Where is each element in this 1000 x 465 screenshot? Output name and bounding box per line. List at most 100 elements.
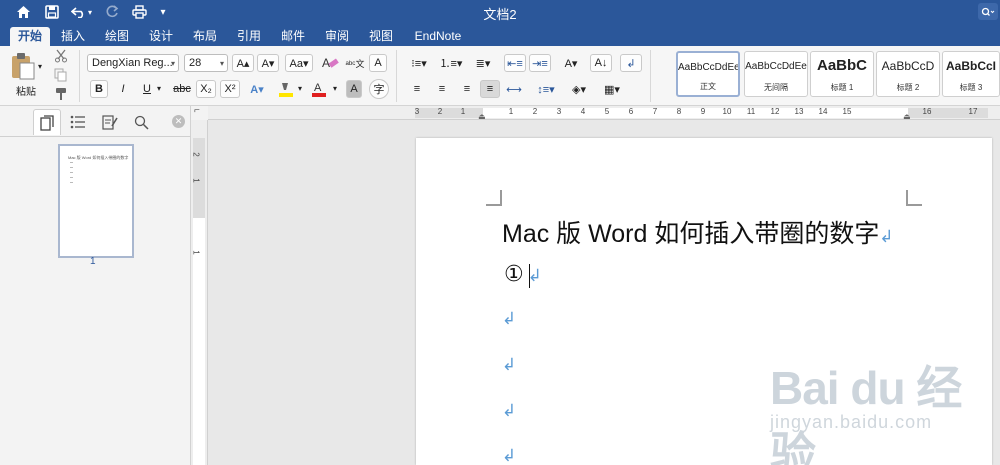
justify-icon: ≡ (486, 83, 494, 95)
tab-home[interactable]: 开始 (10, 27, 50, 46)
increase-font-button[interactable]: A▴ (232, 54, 254, 72)
character-shading-icon: A (350, 83, 358, 95)
tab-draw[interactable]: 绘图 (101, 27, 133, 46)
ribbon-separator (650, 50, 651, 102)
subscript-button[interactable]: X₂ (196, 80, 216, 98)
style-sample: AaBbCcDdEe (745, 61, 807, 72)
increase-indent-button[interactable]: ⇥≡ (529, 54, 551, 72)
underline-dropdown-icon[interactable]: ▾ (157, 84, 161, 93)
ruler-number: 3 (414, 107, 420, 116)
line-spacing-button[interactable]: ↕≡▾ (532, 80, 560, 98)
asian-layout-button[interactable]: A▾ (557, 54, 585, 72)
ruler-number: 11 (746, 107, 756, 116)
tab-endnote[interactable]: EndNote (410, 27, 466, 46)
numbering-button[interactable]: ⒈≡▾ (437, 54, 465, 72)
sort-icon: A↓ (594, 57, 608, 69)
ruler-number: 9 (700, 107, 706, 116)
close-pane-icon[interactable]: ✕ (172, 115, 185, 128)
ruler-number: 1 (508, 107, 514, 116)
document-heading[interactable]: Mac 版 Word 如何插入带圈的数字↲ (502, 214, 894, 250)
ruler-number: 5 (604, 107, 610, 116)
thumbnails-tab[interactable] (33, 109, 61, 135)
font-size-select[interactable]: 28 ▾ (184, 54, 228, 72)
tab-references[interactable]: 引用 (233, 27, 265, 46)
decrease-indent-button[interactable]: ⇤≡ (504, 54, 526, 72)
multilevel-list-button[interactable]: ≣▾ (469, 54, 497, 72)
highlight-dropdown-icon[interactable]: ▾ (298, 84, 302, 93)
page-thumbnail[interactable]: Mac 版 Word 如何插入带圈的数字 (58, 144, 134, 258)
format-painter-icon[interactable] (54, 87, 70, 101)
bold-button[interactable]: B (90, 80, 108, 98)
empty-paragraph-mark[interactable]: ↲ (502, 446, 516, 465)
clear-formatting-button[interactable]: A (318, 54, 342, 72)
vertical-ruler[interactable]: 2 1 1 (191, 120, 208, 465)
ruler-number: 8 (676, 107, 682, 116)
tab-insert[interactable]: 插入 (57, 27, 89, 46)
align-left-button[interactable]: ≡ (407, 80, 427, 98)
word-window: ▾ ▾ 文档2 开始 插入 绘图 设计 布局 引用 邮件 审阅 视图 EndNo… (0, 0, 1000, 465)
font-color-button[interactable]: A (310, 80, 330, 98)
circled-number-line[interactable]: ① ↲ (504, 261, 542, 287)
tab-design[interactable]: 设计 (145, 27, 177, 46)
character-border-button[interactable]: A (369, 54, 387, 72)
cut-icon[interactable] (54, 49, 70, 63)
ruler-number: 3 (556, 107, 562, 116)
empty-paragraph-mark[interactable]: ↲ (502, 355, 516, 375)
style-name: 标题 1 (830, 83, 854, 92)
tab-review[interactable]: 审阅 (321, 27, 353, 46)
ribbon-separator (79, 50, 80, 102)
paste-label: 粘贴 (16, 87, 36, 98)
italic-button[interactable]: I (114, 80, 132, 98)
tab-mailings[interactable]: 邮件 (277, 27, 309, 46)
bullets-button[interactable]: ⁝≡▾ (405, 54, 433, 72)
crop-mark-top-right (906, 190, 922, 206)
enclose-characters-button[interactable]: 字 (369, 79, 389, 99)
text-cursor (529, 264, 530, 288)
outline-tab[interactable] (64, 109, 92, 135)
character-border-icon: A (374, 57, 382, 69)
font-family-select[interactable]: DengXian Reg... ▾ (87, 54, 179, 72)
ribbon-separator (396, 50, 397, 102)
sort-button[interactable]: A↓ (590, 54, 612, 72)
ruler-number: 1 (191, 178, 201, 183)
text-effects-button[interactable]: A▾ (247, 80, 267, 98)
distributed-button[interactable]: ⟷ (504, 80, 524, 98)
empty-paragraph-mark[interactable]: ↲ (502, 309, 516, 329)
borders-button[interactable]: ▦▾ (598, 80, 626, 98)
heading-text: Mac 版 Word 如何插入带圈的数字 (502, 220, 880, 248)
tab-view[interactable]: 视图 (365, 27, 397, 46)
justify-button[interactable]: ≡ (480, 80, 500, 98)
align-right-button[interactable]: ≡ (457, 80, 477, 98)
change-case-button[interactable]: Aa▾ (285, 54, 313, 72)
highlight-button[interactable] (277, 80, 297, 98)
paste-dropdown-icon[interactable]: ▾ (38, 62, 42, 71)
horizontal-ruler[interactable]: 3 2 1 1 2 3 4 5 6 7 8 9 10 11 12 13 14 1… (208, 106, 1000, 121)
search-icon[interactable] (978, 3, 998, 20)
ruler-number: 2 (532, 107, 538, 116)
decrease-font-button[interactable]: A▾ (257, 54, 279, 72)
tab-layout[interactable]: 布局 (189, 27, 221, 46)
copy-icon[interactable] (54, 68, 70, 82)
style-no-spacing[interactable]: AaBbCcDdEe 无间隔 (744, 51, 808, 97)
tab-stop-icon[interactable]: ⌐ (194, 105, 200, 116)
phonetic-guide-button[interactable]: ᵃᵇᶜ文 (344, 54, 366, 72)
style-heading-2[interactable]: AaBbCcD 标题 2 (876, 51, 940, 97)
search-pane-tab[interactable] (127, 109, 155, 135)
show-formatting-button[interactable]: ↲ (620, 54, 642, 72)
character-shading-button[interactable]: A (346, 80, 362, 98)
ruler-number: 1 (460, 107, 466, 116)
edit-pane-tab[interactable] (96, 109, 124, 135)
shading-button[interactable]: ◈▾ (565, 80, 593, 98)
style-heading-3[interactable]: AaBbCcI 标题 3 (942, 51, 1000, 97)
font-color-dropdown-icon[interactable]: ▾ (333, 84, 337, 93)
style-normal[interactable]: AaBbCcDdEe 正文 (676, 51, 740, 97)
align-right-icon: ≡ (463, 83, 471, 95)
strikethrough-button[interactable]: abc (170, 80, 194, 98)
superscript-button[interactable]: X² (220, 80, 240, 98)
underline-button[interactable]: U (138, 80, 156, 98)
align-center-button[interactable]: ≡ (432, 80, 452, 98)
style-heading-1[interactable]: AaBbC 标题 1 (810, 51, 874, 97)
ribbon-home: ▾ 粘贴 DengXian Reg... ▾ 28 ▾ A▴ A▾ Aa▾ A ᵃᵇ… (0, 46, 1000, 106)
empty-paragraph-mark[interactable]: ↲ (502, 401, 516, 421)
paste-button[interactable] (10, 52, 36, 80)
